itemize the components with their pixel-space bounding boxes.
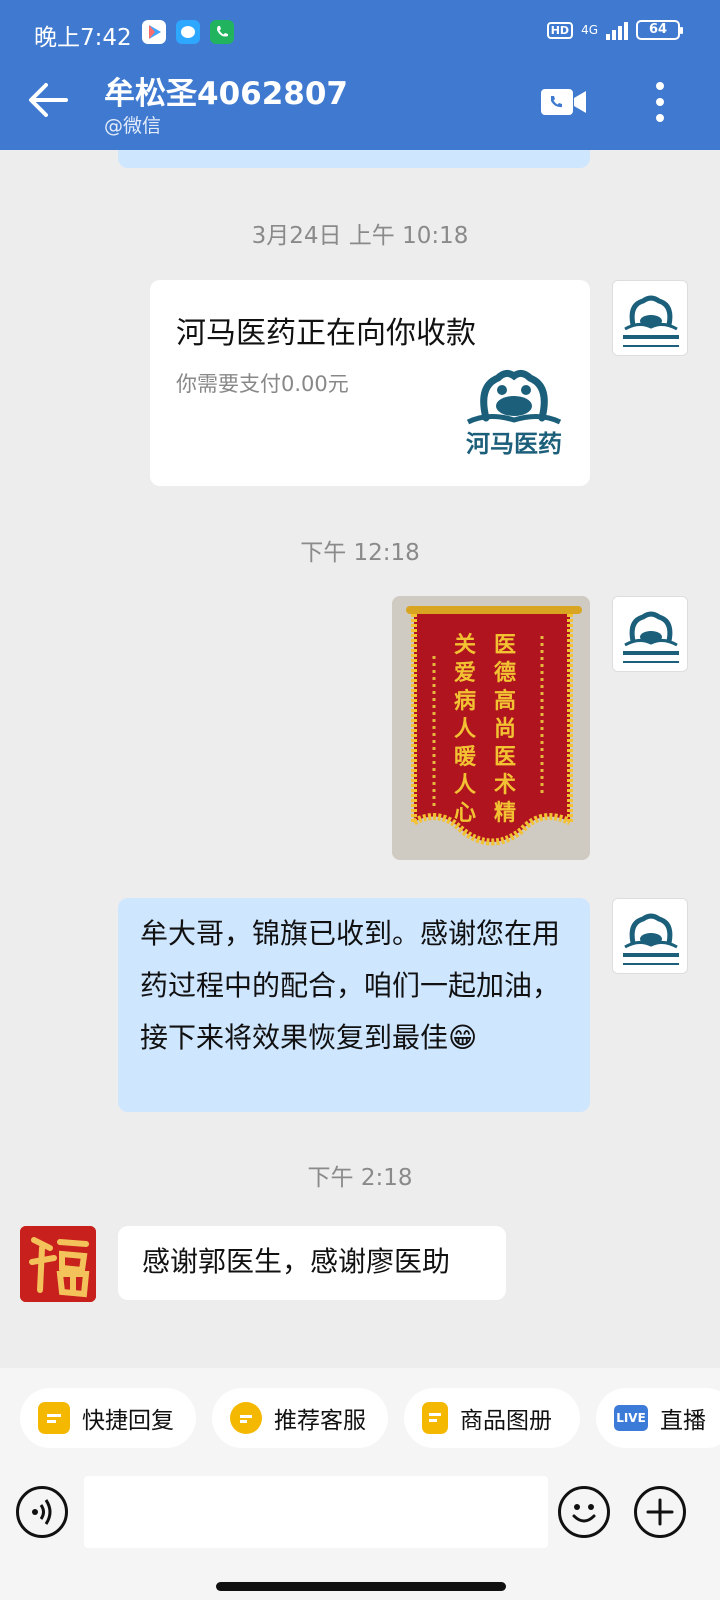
input-panel: 快捷回复 推荐客服 商品图册 LIVE 直播 [0,1368,720,1600]
agent-message-text: 牟大哥，锦旗已收到。感谢您在用药过程中的配合，咱们一起加油，接下来将效果恢复到最… [140,917,561,1054]
back-arrow-icon[interactable] [26,80,70,120]
agent-avatar[interactable] [612,280,688,356]
message-input[interactable] [84,1476,548,1548]
live-icon: LIVE [614,1405,648,1431]
customer-avatar[interactable] [20,1226,96,1302]
video-call-icon[interactable] [540,86,588,118]
banner-line-1: 医德高尚医术精 [494,633,517,826]
hippo-logo: 河马医药 [458,366,570,458]
payment-amount: 你需要支付0.00元 [176,372,349,396]
previous-message-bubble [118,150,590,168]
quick-reply-button[interactable]: 快捷回复 [20,1388,196,1448]
status-app-icons [142,20,234,44]
customer-message-text: 感谢郭医生，感谢廖医助 [142,1245,451,1278]
logo-text: 河马医药 [466,430,562,458]
payment-request-card[interactable]: 河马医药正在向你收款 你需要支付0.00元 河马医药 [150,280,590,486]
banner-line-2: 关爱病人暖人心 [454,633,477,826]
battery-level: 64 [648,22,668,37]
banner-photo[interactable]: 医德高尚医术精 关爱病人暖人心 [392,596,590,860]
more-vertical-icon[interactable] [640,80,680,124]
chat-title: 牟松圣4062807 [104,76,348,112]
customer-message-bubble[interactable]: 感谢郭医生，感谢廖医助 [118,1226,506,1300]
chat-subtitle: @微信 [104,115,162,137]
status-indicators: HD 4G 64 [546,20,683,40]
plus-icon[interactable] [634,1486,686,1538]
live-button[interactable]: LIVE 直播 [596,1388,720,1448]
battery-icon: 64 [636,20,683,40]
voice-icon[interactable] [16,1486,68,1538]
product-album-icon [422,1402,448,1434]
product-album-button[interactable]: 商品图册 [404,1388,580,1448]
signal-icon [606,20,628,40]
chat-area[interactable]: 3月24日 上午 10:18 河马医药正在向你收款 你需要支付0.00元 河马医… [0,150,720,1368]
app-store-icon [142,20,166,44]
timestamp: 下午 12:18 [300,540,420,566]
hd-badge: HD [546,21,574,39]
status-bar: 晚上7:42 HD 4G 64 [0,0,720,64]
network-type: 4G [581,22,598,37]
timestamp: 3月24日 上午 10:18 [251,223,469,249]
agent-avatar[interactable] [612,898,688,974]
recommend-service-label: 推荐客服 [274,1408,366,1434]
agent-avatar[interactable] [612,596,688,672]
product-album-label: 商品图册 [460,1408,552,1434]
recommend-service-icon [230,1402,262,1434]
live-label: 直播 [660,1408,706,1434]
messages-app-icon [176,20,200,44]
payment-title: 河马医药正在向你收款 [176,316,476,351]
timestamp: 下午 2:18 [307,1165,413,1191]
home-indicator[interactable] [216,1582,506,1591]
silk-banner-image [392,596,590,860]
agent-message-bubble[interactable]: 牟大哥，锦旗已收到。感谢您在用药过程中的配合，咱们一起加油，接下来将效果恢复到最… [118,898,590,1112]
recommend-service-button[interactable]: 推荐客服 [212,1388,388,1448]
phone-app-icon [210,20,234,44]
emoji-icon[interactable] [558,1486,610,1538]
status-time: 晚上7:42 [34,25,132,51]
quick-reply-label: 快捷回复 [82,1408,174,1434]
quick-reply-icon [38,1402,70,1434]
chat-header: 晚上7:42 HD 4G 64 牟松圣4062807 @微信 [0,0,720,150]
